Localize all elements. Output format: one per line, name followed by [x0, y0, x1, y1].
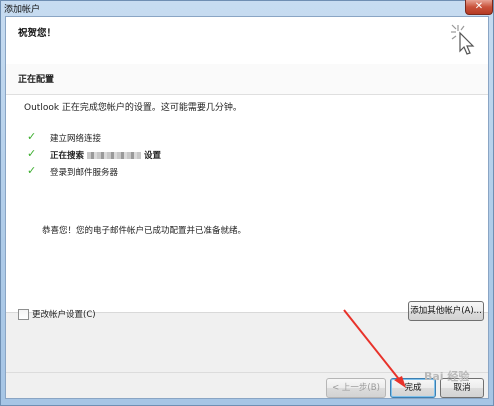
progress-section: 正在配置 Outlook 正在完成您帐户的设置。这可能需要几分钟。 ✓ 建立网络… [6, 64, 488, 313]
change-settings-option[interactable]: 更改帐户设置(C) [18, 308, 96, 320]
step-label: 登录到邮件服务器 [50, 168, 119, 178]
back-button[interactable]: < 上一步(B) [326, 378, 386, 398]
dialog-client: 祝贺您！ 正在配置 Outlook 正在完成您帐户的设置。这可能需要几分钟。 ✓ [5, 16, 489, 399]
dialog-window: 添加帐户 ✕ 祝贺您！ 正在配置 Outlook 正在完成您帐户的设置。这可能需… [0, 0, 494, 406]
checkmark-icon: ✓ [27, 164, 37, 177]
congrats-text: 恭喜您！您的电子邮件帐户已成功配置并已准备就绪。 [42, 226, 247, 236]
change-settings-label: 更改帐户设置(C) [32, 310, 96, 320]
header-heading: 祝贺您！ [18, 28, 57, 39]
add-other-account-button[interactable]: 添加其他帐户(A)... [408, 301, 484, 321]
step-label: 建立网络连接 [50, 134, 102, 144]
intro-text: Outlook 正在完成您帐户的设置。这可能需要几分钟。 [24, 103, 242, 113]
close-icon: ✕ [474, 1, 484, 12]
step-login: ✓ 登录到邮件服务器 [27, 164, 119, 178]
watermark: Bai 经验 [424, 370, 470, 383]
header-panel: 祝贺您！ [6, 17, 488, 65]
section-header: 正在配置 [6, 64, 488, 95]
title-bar[interactable]: 添加帐户 ✕ [1, 0, 494, 16]
checkmark-icon: ✓ [27, 130, 37, 143]
step-search: ✓ 正在搜索 设置 [27, 147, 162, 161]
redacted-email [87, 152, 142, 159]
window-title: 添加帐户 [4, 5, 41, 15]
footer-divider [6, 372, 488, 373]
checkmark-icon: ✓ [27, 147, 37, 160]
section-title: 正在配置 [18, 75, 55, 85]
wizard-cursor-icon [451, 24, 475, 55]
step-label-suffix: 设置 [144, 151, 162, 161]
step-label-prefix: 正在搜索 [50, 151, 85, 161]
step-network: ✓ 建立网络连接 [27, 130, 102, 144]
change-settings-checkbox[interactable] [18, 309, 29, 320]
close-button[interactable]: ✕ [465, 0, 493, 15]
